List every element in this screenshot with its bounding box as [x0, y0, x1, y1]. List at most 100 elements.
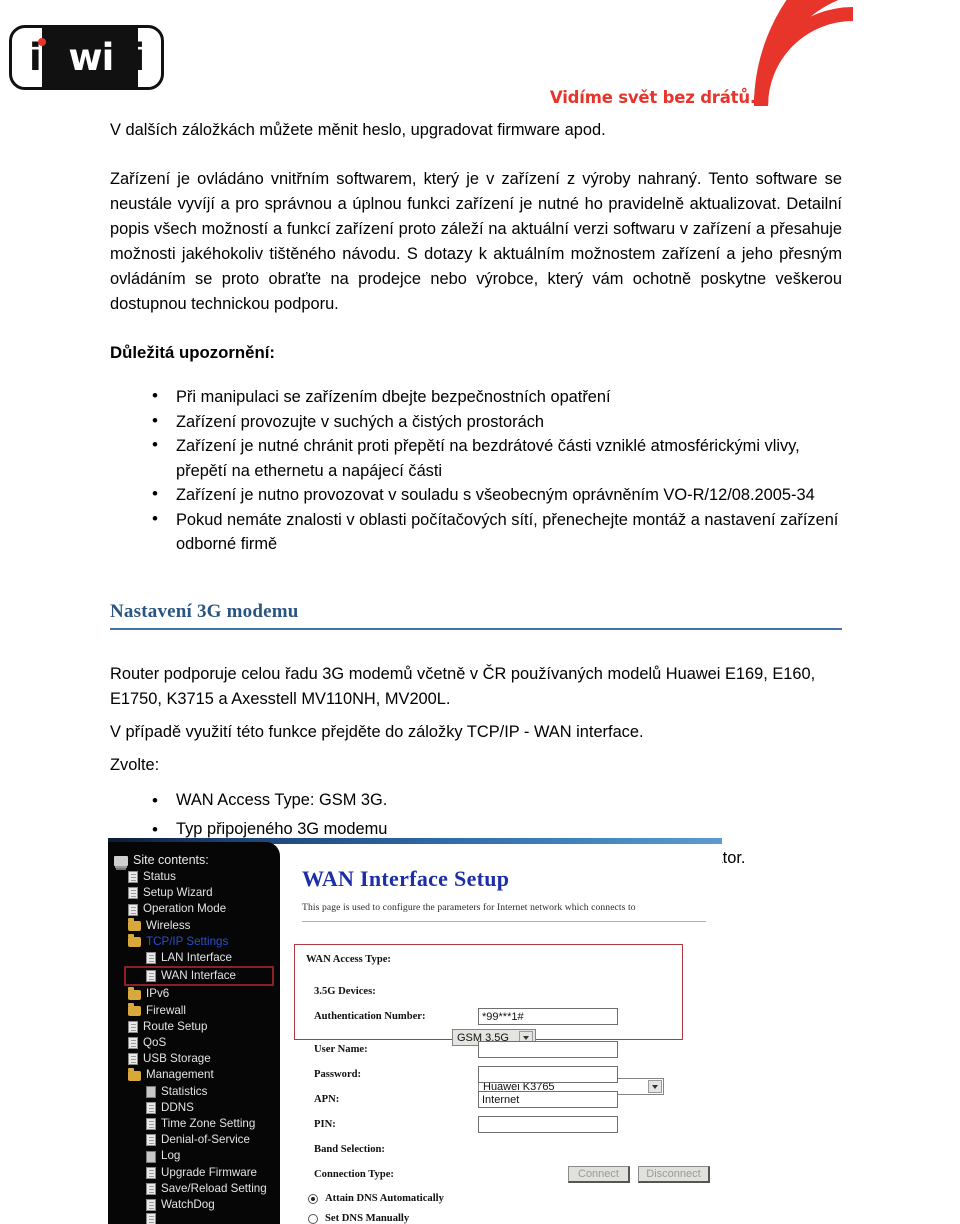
sidebar-item-ddns[interactable]: DDNS: [112, 1100, 280, 1116]
doc-icon: [146, 952, 156, 965]
sidebar-tree: Site contents: Status Setup Wizard Opera…: [108, 842, 280, 1224]
panel-divider: [302, 921, 706, 922]
folder-icon: [128, 1002, 141, 1016]
dns-manual-label: Set DNS Manually: [325, 1213, 410, 1224]
sidebar-item-operation-mode[interactable]: Operation Mode: [112, 901, 280, 917]
doc-icon: [128, 1053, 138, 1066]
password-row: Password:: [314, 1069, 361, 1080]
sidebar-item-lan-interface[interactable]: LAN Interface: [112, 950, 280, 966]
sidebar-item-save-reload-setting[interactable]: Save/Reload Setting: [112, 1181, 280, 1197]
sidebar-item-label: Statistics: [161, 1084, 208, 1098]
chevron-down-icon[interactable]: [648, 1080, 662, 1093]
list-item: Zařízení je nutné chránit proti přepětí …: [148, 433, 842, 483]
apn-input[interactable]: Internet: [478, 1091, 618, 1108]
wan-access-type-label: WAN Access Type:: [306, 954, 391, 965]
auth-number-input[interactable]: *99***1#: [478, 1008, 618, 1025]
sidebar-item-label: Denial-of-Service: [161, 1133, 250, 1147]
sidebar-item-label: Setup Wizard: [143, 886, 213, 900]
doc-icon: [146, 1118, 156, 1131]
doc-icon: [128, 871, 138, 884]
intro-line: V dalších záložkách můžete měnit heslo, …: [110, 121, 606, 139]
section-heading-3g: Nastavení 3G modemu: [110, 600, 299, 622]
doc-icon: [146, 970, 156, 983]
sidebar-item-denial-of-service[interactable]: Denial-of-Service: [112, 1132, 280, 1148]
radio-icon[interactable]: [308, 1213, 318, 1224]
doc-icon: [146, 1213, 156, 1224]
sidebar-item-label: WatchDog: [161, 1198, 215, 1212]
logo-text-i4: i4: [28, 36, 66, 79]
sidebar-item-qos[interactable]: QoS: [112, 1035, 280, 1051]
wan-access-type-row: WAN Access Type:: [306, 954, 391, 965]
doc-icon: [146, 1166, 156, 1179]
dns-auto-radio-row[interactable]: Attain DNS Automatically: [308, 1193, 444, 1204]
radio-icon[interactable]: [308, 1193, 318, 1204]
sidebar-item-tcpip-settings[interactable]: TCP/IP Settings: [112, 933, 280, 950]
doc-icon: [146, 1182, 156, 1195]
username-input[interactable]: [478, 1041, 618, 1058]
devices-row: 3.5G Devices:: [314, 986, 376, 997]
sidebar-item-label: USB Storage: [143, 1052, 211, 1066]
section-paragraph-2: V případě využití této funkce přejděte d…: [110, 722, 644, 741]
doc-icon: [146, 1134, 156, 1147]
pin-row: PIN:: [314, 1119, 336, 1130]
logo-text-wi: wi: [68, 36, 114, 79]
dns-manual-radio-row[interactable]: Set DNS Manually: [308, 1213, 409, 1224]
auth-number-label: Authentication Number:: [314, 1011, 426, 1022]
folder-icon: [128, 917, 141, 931]
doc-icon: [146, 1150, 156, 1163]
pin-input[interactable]: [478, 1116, 618, 1133]
folder-icon: [128, 986, 141, 1000]
sidebar-item-label: Log: [161, 1149, 181, 1163]
doc-icon: [128, 1020, 138, 1033]
connect-button[interactable]: Connect: [568, 1166, 630, 1183]
sidebar-item-ipv6[interactable]: IPv6: [112, 986, 280, 1002]
panel-title: WAN Interface Setup: [302, 866, 510, 891]
doc-icon: [128, 903, 138, 916]
apn-value: Internet: [482, 1093, 520, 1106]
doc-icon: [128, 887, 138, 900]
wan-interface-setup-panel: WAN Interface Setup This page is used to…: [280, 844, 722, 1224]
sidebar-item-wan-interface[interactable]: WAN Interface: [124, 966, 274, 987]
sidebar-item-route-setup[interactable]: Route Setup: [112, 1019, 280, 1035]
page-header: i4 wi fi Vidíme svět bez drátů.: [0, 0, 960, 118]
sidebar-item-label: QoS: [143, 1036, 167, 1050]
sidebar-item-statistics[interactable]: Statistics: [112, 1084, 280, 1100]
sidebar-item-wireless[interactable]: Wireless: [112, 917, 280, 934]
section-paragraph-3: Zvolte:: [110, 755, 160, 774]
list-item: Pokud nemáte znalosti v oblasti počítačo…: [148, 507, 842, 557]
sidebar-item-log[interactable]: Log: [112, 1148, 280, 1164]
doc-icon: [128, 1037, 138, 1050]
disconnect-button[interactable]: Disconnect: [638, 1166, 710, 1183]
sidebar-item-management[interactable]: Management: [112, 1067, 280, 1083]
sidebar-item-firewall[interactable]: Firewall: [112, 1002, 280, 1019]
logo-red-dot: [38, 38, 46, 46]
sidebar-item-setup-wizard[interactable]: Setup Wizard: [112, 885, 280, 901]
sidebar-item-label: Management: [146, 1068, 214, 1082]
list-item: Zařízení je nutno provozovat v souladu s…: [148, 482, 842, 508]
folder-open-icon: [128, 933, 141, 947]
band-selection-row: Band Selection:: [314, 1144, 385, 1155]
sidebar-item-status[interactable]: Status: [112, 869, 280, 885]
sidebar-item-upgrade-firmware[interactable]: Upgrade Firmware: [112, 1165, 280, 1181]
sidebar-item-label: Upgrade Firmware: [161, 1165, 257, 1179]
devices-label: 3.5G Devices:: [314, 986, 376, 997]
band-selection-label: Band Selection:: [314, 1144, 385, 1155]
sidebar-item-watchdog[interactable]: WatchDog: [112, 1197, 280, 1213]
books-icon: [114, 855, 128, 866]
logo-text: i4 wi fi: [12, 28, 161, 87]
sidebar-item-truncated[interactable]: [112, 1213, 280, 1224]
sidebar-item-time-zone-setting[interactable]: Time Zone Setting: [112, 1116, 280, 1132]
tagline: Vidíme svět bez drátů.: [549, 88, 756, 107]
sidebar-item-label: Operation Mode: [143, 902, 227, 916]
sidebar-item-label: DDNS: [161, 1100, 194, 1114]
sidebar-item-usb-storage[interactable]: USB Storage: [112, 1051, 280, 1067]
pin-label: PIN:: [314, 1119, 336, 1130]
password-input[interactable]: [478, 1066, 618, 1083]
warnings-list: Při manipulaci se zařízením dbejte bezpe…: [110, 384, 842, 557]
sidebar-item-label: Firewall: [146, 1003, 186, 1017]
dns-auto-label: Attain DNS Automatically: [325, 1193, 444, 1204]
